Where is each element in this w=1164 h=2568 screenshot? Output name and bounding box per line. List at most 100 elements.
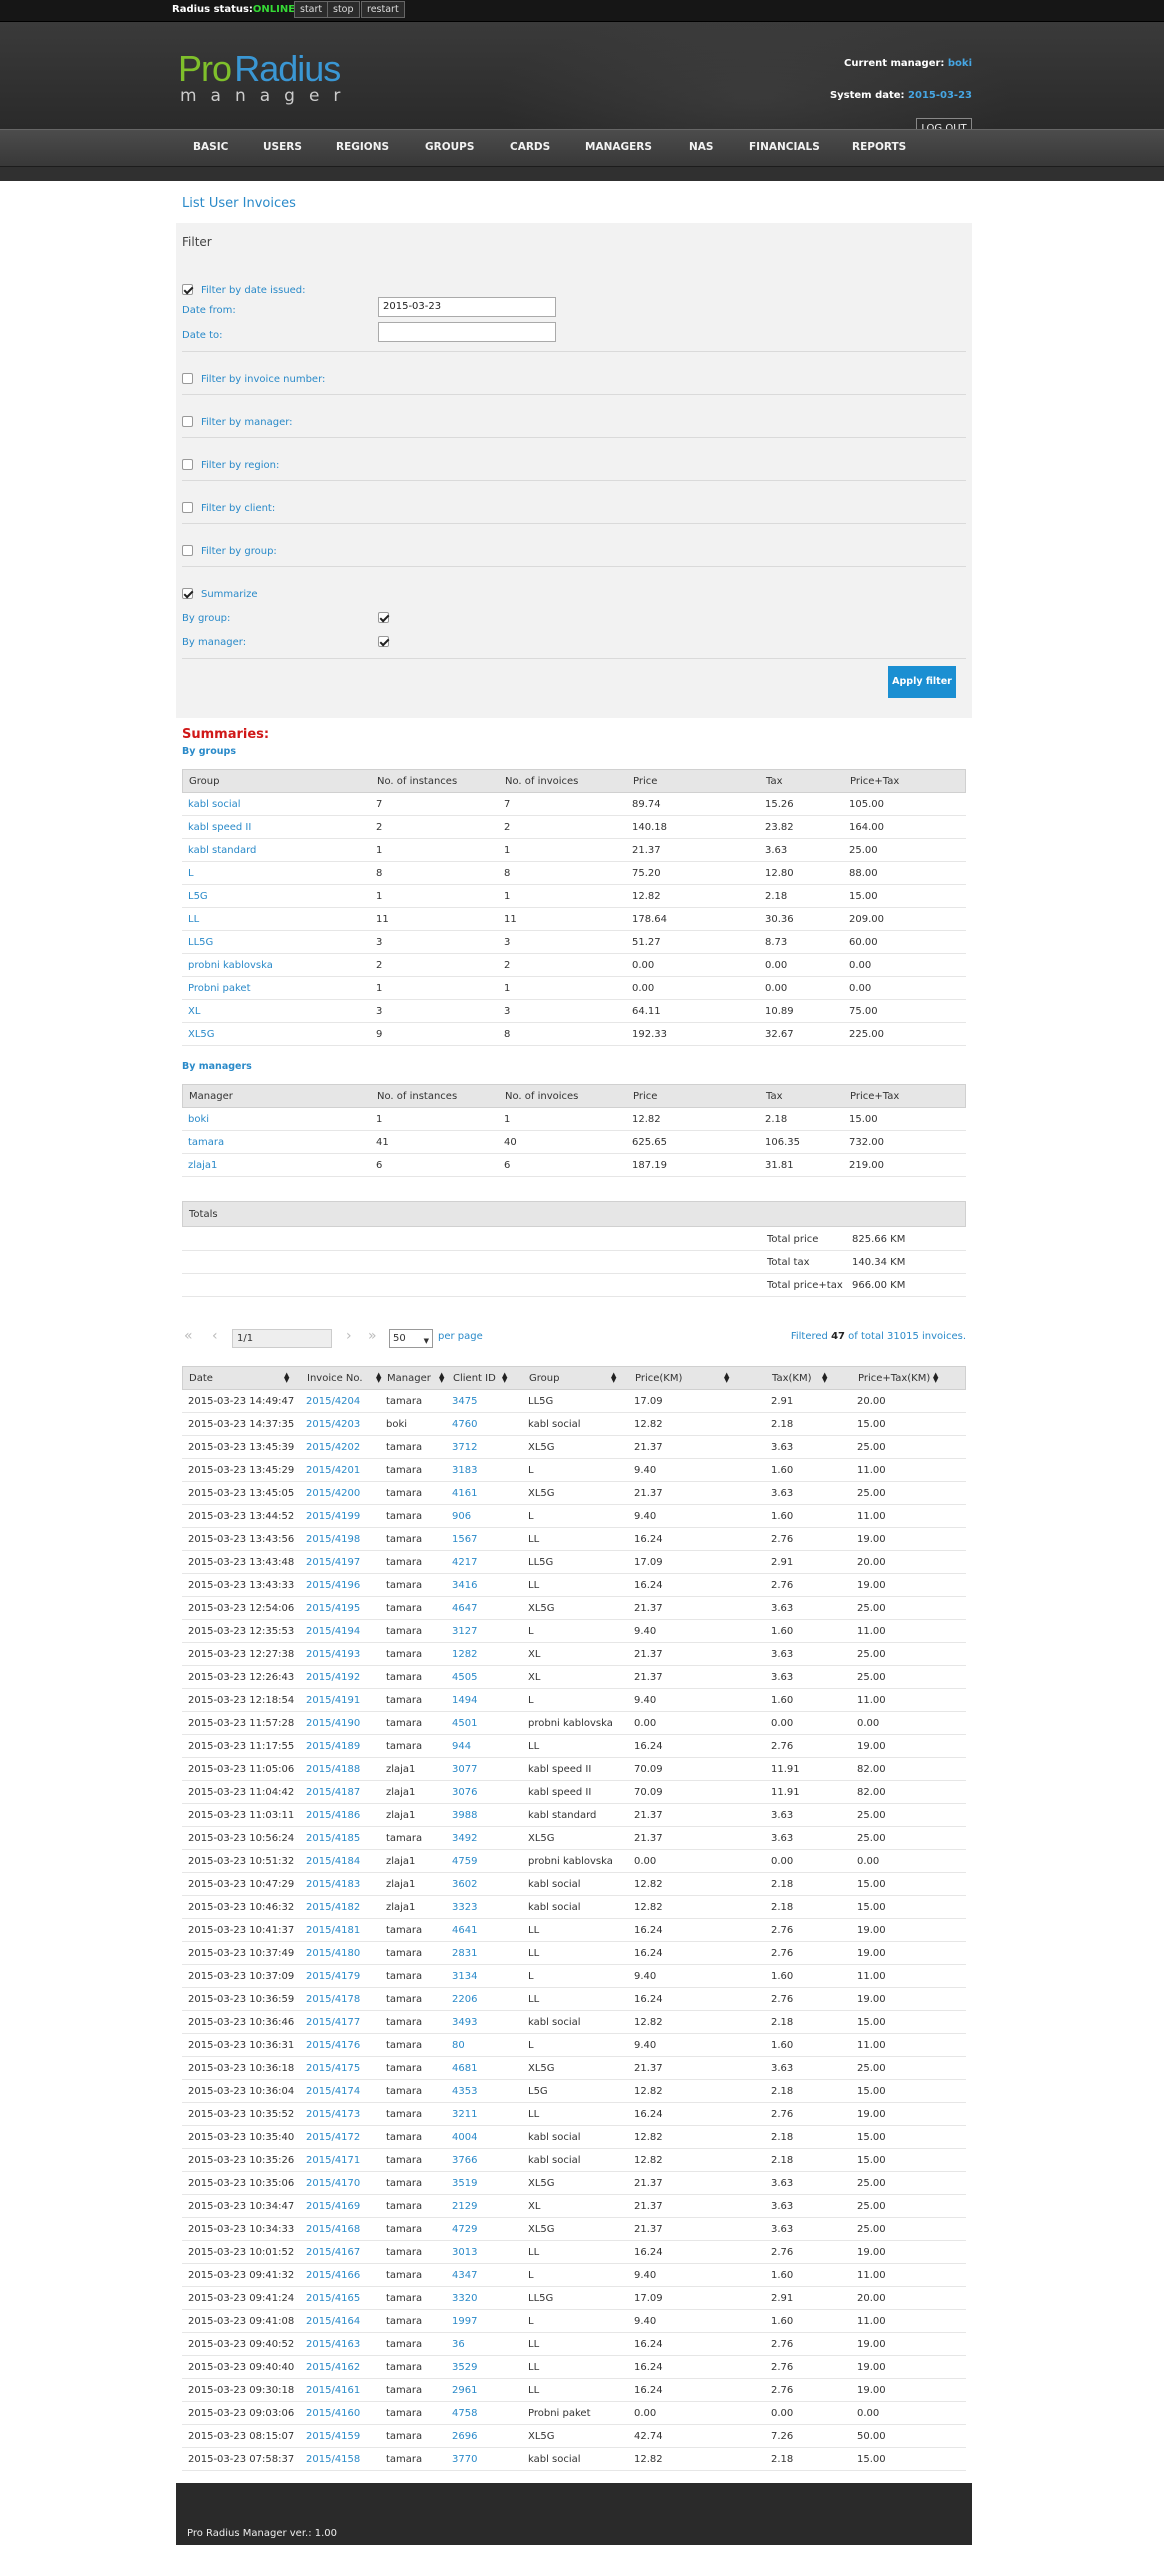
table-cell[interactable]: 4161 <box>452 1488 477 1499</box>
filter-by-invoice-checkbox[interactable] <box>182 373 193 384</box>
table-cell[interactable]: 1567 <box>452 1534 477 1545</box>
table-cell[interactable]: kabl social <box>188 799 241 810</box>
col-group[interactable]: Group <box>529 1373 559 1384</box>
table-cell[interactable]: 3183 <box>452 1465 477 1476</box>
table-cell[interactable]: 3988 <box>452 1810 477 1821</box>
table-cell[interactable]: 2015/4194 <box>306 1626 360 1637</box>
table-cell[interactable]: 1282 <box>452 1649 477 1660</box>
filter-by-client-label[interactable]: Filter by client: <box>201 503 275 514</box>
table-cell[interactable]: 3529 <box>452 2362 477 2373</box>
nav-users[interactable]: USERS <box>263 141 302 153</box>
table-cell[interactable]: 2015/4188 <box>306 1764 360 1775</box>
table-cell[interactable]: 4501 <box>452 1718 477 1729</box>
table-cell[interactable]: 2015/4179 <box>306 1971 360 1982</box>
table-cell[interactable]: 2015/4174 <box>306 2086 360 2097</box>
table-cell[interactable]: 3077 <box>452 1764 477 1775</box>
table-cell[interactable]: 906 <box>452 1511 471 1522</box>
table-cell[interactable]: 3766 <box>452 2155 477 2166</box>
table-cell[interactable]: 2015/4176 <box>306 2040 360 2051</box>
table-cell[interactable]: probni kablovska <box>188 960 273 971</box>
table-cell[interactable]: L <box>188 868 194 879</box>
table-cell[interactable]: 2015/4160 <box>306 2408 360 2419</box>
table-cell[interactable]: 4647 <box>452 1603 477 1614</box>
table-cell[interactable]: 1494 <box>452 1695 477 1706</box>
table-cell[interactable]: XL5G <box>188 1029 215 1040</box>
table-cell[interactable]: 2015/4158 <box>306 2454 360 2465</box>
table-cell[interactable]: 2015/4195 <box>306 1603 360 1614</box>
table-cell[interactable]: 2015/4193 <box>306 1649 360 1660</box>
table-cell[interactable]: 2015/4159 <box>306 2431 360 2442</box>
table-cell[interactable]: 2015/4185 <box>306 1833 360 1844</box>
table-cell[interactable]: 3211 <box>452 2109 477 2120</box>
current-manager-link[interactable]: boki <box>948 58 972 69</box>
table-cell[interactable]: 2015/4167 <box>306 2247 360 2258</box>
col-client-id[interactable]: Client ID <box>453 1373 496 1384</box>
last-page-icon[interactable]: » <box>368 1328 377 1344</box>
stop-button[interactable]: stop <box>327 1 360 18</box>
table-cell[interactable]: 4217 <box>452 1557 477 1568</box>
table-cell[interactable]: 2015/4182 <box>306 1902 360 1913</box>
table-cell[interactable]: 3493 <box>452 2017 477 2028</box>
sort-icon[interactable]: ▲ ▼ <box>724 1372 729 1384</box>
nav-basic[interactable]: BASIC <box>193 141 228 153</box>
table-cell[interactable]: 4729 <box>452 2224 477 2235</box>
table-cell[interactable]: 4505 <box>452 1672 477 1683</box>
col-date[interactable]: Date <box>189 1373 213 1384</box>
table-cell[interactable]: 4353 <box>452 2086 477 2097</box>
filter-by-group-checkbox[interactable] <box>182 545 193 556</box>
table-cell[interactable]: 2015/4187 <box>306 1787 360 1798</box>
table-cell[interactable]: 80 <box>452 2040 465 2051</box>
next-page-icon[interactable]: › <box>346 1328 352 1344</box>
table-cell[interactable]: 2015/4200 <box>306 1488 360 1499</box>
table-cell[interactable]: 3519 <box>452 2178 477 2189</box>
table-cell[interactable]: 3323 <box>452 1902 477 1913</box>
table-cell[interactable]: 1997 <box>452 2316 477 2327</box>
date-from-input[interactable]: 2015-03-23 <box>378 297 556 317</box>
table-cell[interactable]: 4758 <box>452 2408 477 2419</box>
app-logo[interactable]: Pro Radius manager <box>178 48 354 106</box>
col-invoice-no[interactable]: Invoice No. <box>307 1373 363 1384</box>
table-cell[interactable]: Probni paket <box>188 983 251 994</box>
table-cell[interactable]: 4681 <box>452 2063 477 2074</box>
table-cell[interactable]: boki <box>188 1114 209 1125</box>
table-cell[interactable]: 4347 <box>452 2270 477 2281</box>
table-cell[interactable]: 3712 <box>452 1442 477 1453</box>
table-cell[interactable]: 2015/4202 <box>306 1442 360 1453</box>
col-tax[interactable]: Tax(KM) <box>772 1373 812 1384</box>
table-cell[interactable]: 2015/4201 <box>306 1465 360 1476</box>
table-cell[interactable]: 4004 <box>452 2132 477 2143</box>
page-input[interactable]: 1/1 <box>232 1329 332 1348</box>
table-cell[interactable]: 4759 <box>452 1856 477 1867</box>
table-cell[interactable]: 2015/4183 <box>306 1879 360 1890</box>
table-cell[interactable]: 2831 <box>452 1948 477 1959</box>
sort-icon[interactable]: ▲ ▼ <box>376 1372 381 1384</box>
nav-regions[interactable]: REGIONS <box>336 141 389 153</box>
table-cell[interactable]: 3320 <box>452 2293 477 2304</box>
filter-by-region-label[interactable]: Filter by region: <box>201 460 279 471</box>
nav-nas[interactable]: NAS <box>689 141 713 153</box>
col-manager[interactable]: Manager <box>387 1373 431 1384</box>
nav-financials[interactable]: FINANCIALS <box>749 141 820 153</box>
table-cell[interactable]: 2015/4191 <box>306 1695 360 1706</box>
sort-icon[interactable]: ▲ ▼ <box>502 1372 507 1384</box>
table-cell[interactable]: 944 <box>452 1741 471 1752</box>
table-cell[interactable]: 2015/4203 <box>306 1419 360 1430</box>
col-price[interactable]: Price(KM) <box>635 1373 682 1384</box>
table-cell[interactable]: 2015/4196 <box>306 1580 360 1591</box>
table-cell[interactable]: 4760 <box>452 1419 477 1430</box>
sort-icon[interactable]: ▲ ▼ <box>284 1372 289 1384</box>
table-cell[interactable]: LL5G <box>188 937 213 948</box>
table-cell[interactable]: 3076 <box>452 1787 477 1798</box>
table-cell[interactable]: 2015/4175 <box>306 2063 360 2074</box>
table-cell[interactable]: XL <box>188 1006 200 1017</box>
table-cell[interactable]: 2961 <box>452 2385 477 2396</box>
filter-by-manager-label[interactable]: Filter by manager: <box>201 417 293 428</box>
date-to-input[interactable] <box>378 322 556 342</box>
table-cell[interactable]: 2015/4190 <box>306 1718 360 1729</box>
table-cell[interactable]: 3602 <box>452 1879 477 1890</box>
summarize-label[interactable]: Summarize <box>201 589 258 600</box>
sort-icon[interactable]: ▲ ▼ <box>933 1372 938 1384</box>
filter-by-date-label[interactable]: Filter by date issued: <box>201 285 306 296</box>
table-cell[interactable]: 3492 <box>452 1833 477 1844</box>
per-page-select[interactable]: 50 <box>389 1329 433 1350</box>
